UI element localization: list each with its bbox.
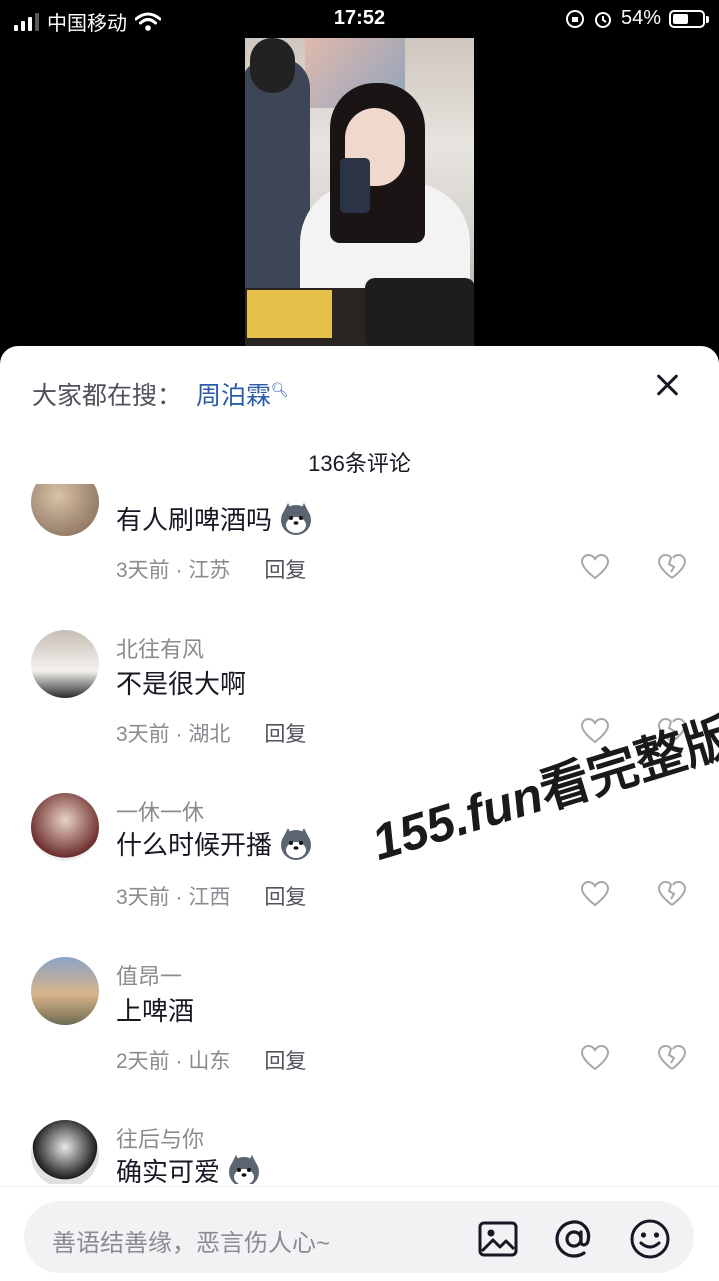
comment-author[interactable]: 北往有风 [116,632,204,664]
battery-icon [669,9,709,28]
avatar[interactable] [31,630,99,698]
list-item: 值昂一 上啤酒 2天前 · 山东 回复 [0,953,719,1113]
reply-button[interactable]: 回复 [264,881,306,911]
comment-text: 确实可爱 [116,1157,221,1184]
avatar[interactable] [31,957,99,1025]
search-term-link[interactable]: 周泊霖 [196,382,271,410]
reply-button[interactable]: 回复 [264,1045,306,1075]
dislike-heart-icon[interactable] [657,1043,687,1073]
status-bar: 中国移动 17:52 54% [0,0,719,40]
trending-search: 大家都在搜： 周泊霖🔍︎ [32,376,289,412]
dislike-heart-icon[interactable] [657,879,687,909]
comment-sheet: 大家都在搜： 周泊霖🔍︎ 136条评论 有人刷啤酒吗 3天前 · 江苏 回复 北往有… [0,346,719,1280]
comment-input[interactable]: 善语结善缘，恶言伤人心~ [24,1201,694,1273]
husky-emoji-icon [281,502,312,535]
emoji-icon[interactable] [628,1217,672,1261]
image-icon[interactable] [476,1217,520,1261]
comment-text: 不是很大啊 [116,669,247,699]
comment-input-bar: 善语结善缘，恶言伤人心~ [0,1186,719,1281]
list-item: 往后与你 确实可爱 [0,1116,719,1184]
comment-author[interactable]: 往后与你 [116,1122,204,1154]
comment-time-location: 3天前 · 江西 [116,886,231,909]
search-prefix: 大家都在搜： [32,382,183,410]
comment-text: 什么时候开播 [116,830,273,860]
husky-emoji-icon [281,827,312,860]
heart-icon[interactable] [580,552,610,582]
avatar[interactable] [31,484,99,536]
comment-text: 上啤酒 [116,996,195,1026]
comment-list[interactable]: 有人刷啤酒吗 3天前 · 江苏 回复 北往有风 不是很大啊 3天前 · 湖北 回复 … [0,484,719,1184]
reply-button[interactable]: 回复 [264,718,306,748]
close-icon[interactable] [651,368,685,402]
rotation-lock-icon [565,9,584,28]
avatar[interactable] [31,793,99,861]
comment-input-placeholder: 善语结善缘，恶言伤人心~ [52,1230,331,1257]
husky-emoji-icon [229,1154,260,1184]
comment-text: 有人刷啤酒吗 [116,505,273,535]
at-icon[interactable] [552,1217,596,1261]
list-item: 一休一休 什么时候开播 3天前 · 江西 回复 [0,789,719,949]
heart-icon[interactable] [580,1043,610,1073]
dislike-heart-icon[interactable] [657,552,687,582]
list-item: 有人刷啤酒吗 3天前 · 江苏 回复 [0,484,719,614]
comment-time-location: 2天前 · 山东 [116,1050,231,1073]
heart-icon[interactable] [580,879,610,909]
comment-time-location: 3天前 · 湖北 [116,723,231,746]
search-icon: 🔍︎ [271,381,289,398]
comment-count: 136条评论 [308,451,411,476]
video-player[interactable] [245,38,474,348]
alarm-icon [594,11,611,28]
comment-author[interactable]: 一休一休 [116,795,204,827]
battery-percent: 54% [620,7,661,29]
comment-author[interactable]: 值昂一 [116,959,182,991]
avatar[interactable] [31,1120,99,1184]
reply-button[interactable]: 回复 [264,554,306,584]
comment-time-location: 3天前 · 江苏 [116,559,231,582]
